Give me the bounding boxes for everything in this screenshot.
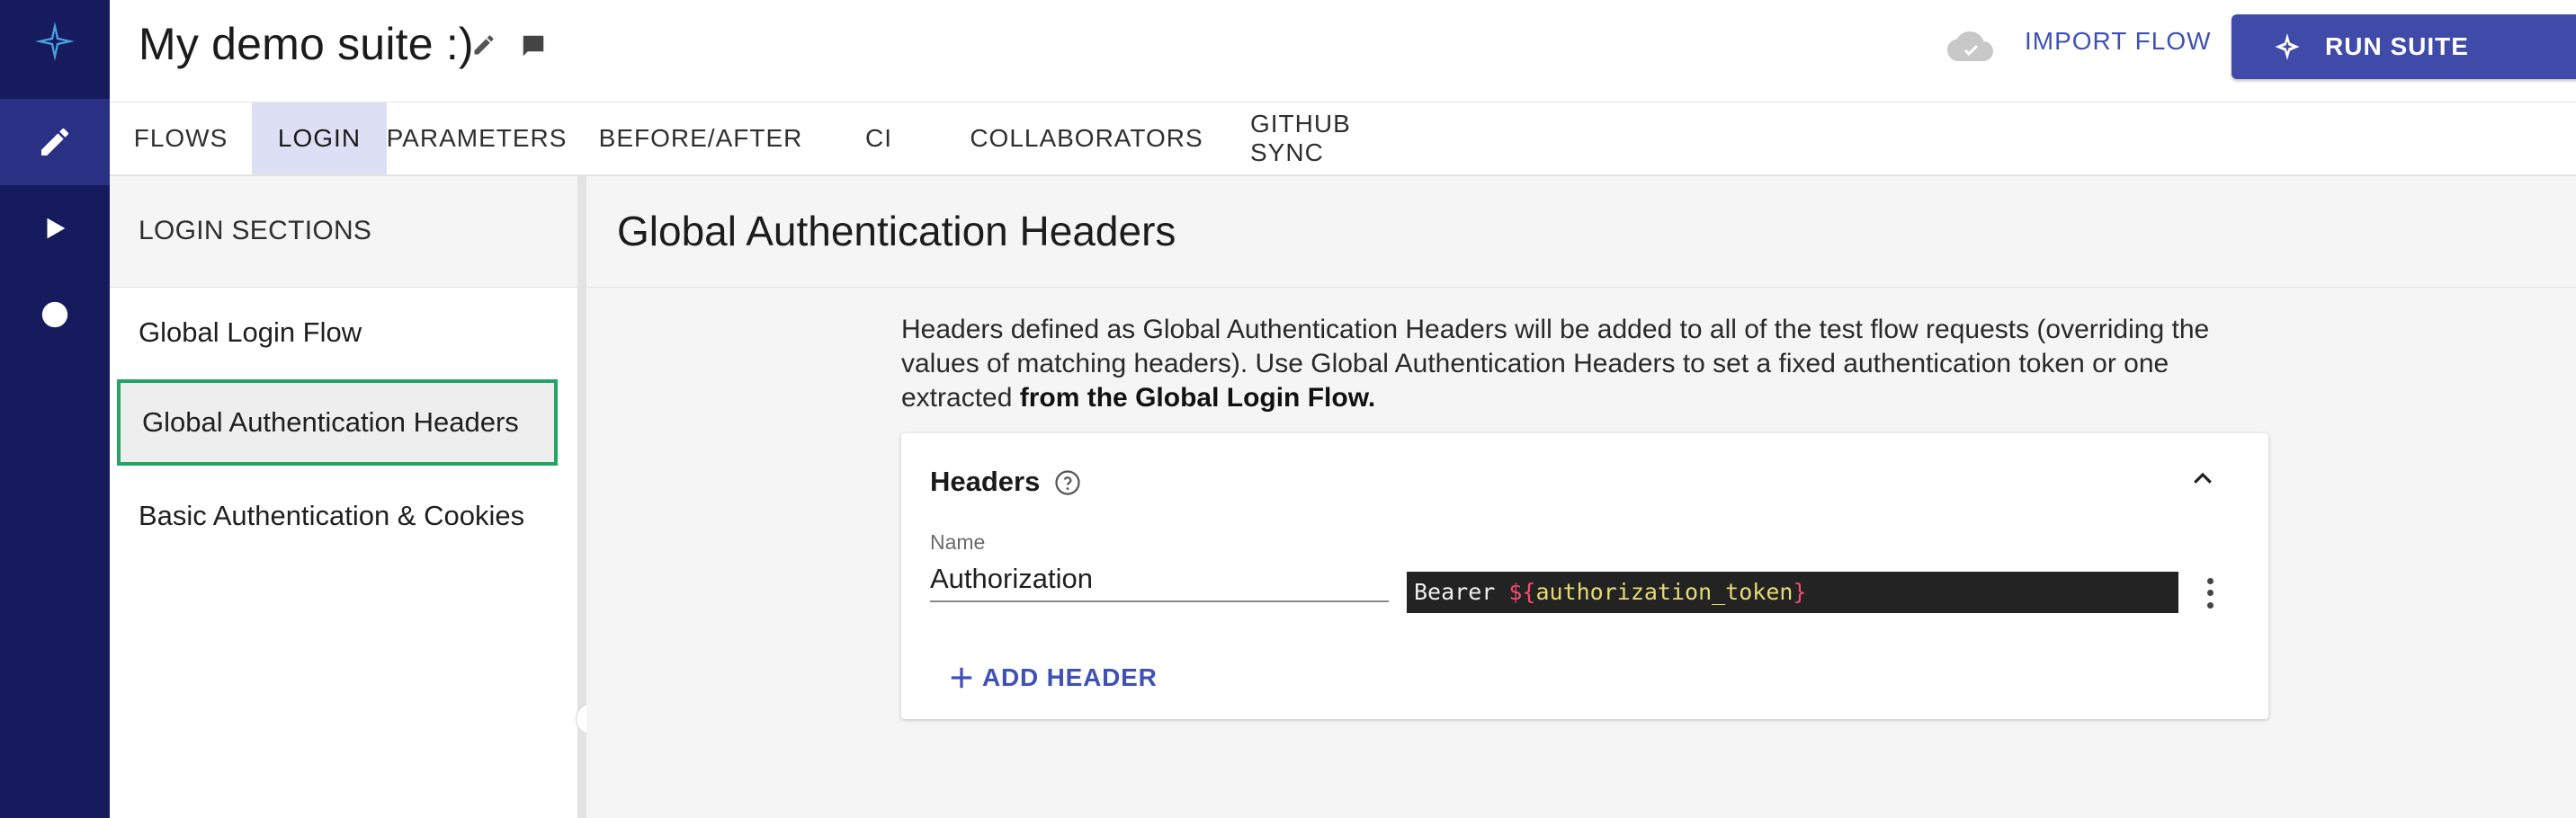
value-close: } bbox=[1793, 579, 1807, 605]
app-header: My demo suite :) IMPORT FLOW RUN SUITE bbox=[110, 0, 2576, 102]
description-text: Headers defined as Global Authentication… bbox=[901, 313, 2268, 415]
name-field-label: Name bbox=[930, 530, 986, 554]
value-variable: authorization_token bbox=[1535, 579, 1793, 605]
more-vert-icon[interactable] bbox=[2196, 575, 2223, 611]
main-content: Global Authentication Headers Headers de… bbox=[586, 176, 2576, 818]
run-nav-button[interactable] bbox=[0, 185, 110, 271]
section-global-authentication-headers[interactable]: Global Authentication Headers bbox=[117, 379, 558, 466]
run-suite-button[interactable]: RUN SUITE bbox=[2232, 14, 2576, 79]
tab-login[interactable]: LOGIN bbox=[252, 102, 387, 174]
edit-icon bbox=[41, 128, 69, 156]
header-name-input[interactable]: Authorization bbox=[930, 559, 1389, 602]
run-suite-label: RUN SUITE bbox=[2325, 32, 2469, 60]
play-icon bbox=[47, 218, 66, 239]
header-value-editor[interactable]: Bearer ${authorization_token} bbox=[1407, 572, 2178, 613]
sections-header: LOGIN SECTIONS bbox=[110, 176, 577, 288]
chevron-up-icon[interactable] bbox=[2189, 466, 2216, 497]
suite-title: My demo suite :) bbox=[139, 19, 474, 69]
circle-icon bbox=[41, 301, 68, 328]
value-dollar-open: ${ bbox=[1508, 579, 1536, 605]
pencil-icon[interactable] bbox=[471, 32, 496, 62]
tab-github-sync[interactable]: GITHUB SYNC bbox=[1250, 102, 1430, 174]
login-sections-panel: LOGIN SECTIONS Global Login Flow Global … bbox=[110, 176, 577, 818]
value-prefix: Bearer bbox=[1414, 579, 1509, 605]
add-header-button[interactable]: ADD HEADER bbox=[948, 663, 1158, 692]
section-basic-authentication-cookies[interactable]: Basic Authentication & Cookies bbox=[110, 473, 577, 559]
sections-title: LOGIN SECTIONS bbox=[139, 216, 372, 245]
tab-ci[interactable]: CI bbox=[847, 102, 910, 174]
add-header-label: ADD HEADER bbox=[982, 663, 1158, 691]
tab-before-after[interactable]: BEFORE/AFTER bbox=[599, 102, 802, 174]
cloud-icon bbox=[1947, 29, 1994, 69]
main-header: Global Authentication Headers bbox=[586, 176, 2576, 288]
tab-flows[interactable]: FLOWS bbox=[110, 102, 252, 174]
description-bold: from the Global Login Flow. bbox=[1019, 383, 1376, 413]
run-icon bbox=[2275, 33, 2300, 60]
page-title: Global Authentication Headers bbox=[617, 208, 1176, 254]
plus-icon bbox=[951, 667, 972, 689]
status-nav-button[interactable] bbox=[0, 271, 110, 358]
import-flow-button[interactable]: IMPORT FLOW bbox=[2025, 27, 2212, 56]
comment-icon[interactable] bbox=[520, 32, 547, 64]
section-global-login-flow[interactable]: Global Login Flow bbox=[110, 289, 577, 376]
headers-card: Headers Name Authorization Bearer ${auth… bbox=[901, 433, 2268, 719]
edit-nav-button[interactable] bbox=[0, 99, 110, 185]
nav-rail bbox=[0, 0, 110, 818]
suite-tabs: FLOWS LOGIN PARAMETERS BEFORE/AFTER CI C… bbox=[110, 102, 2576, 176]
tab-collaborators[interactable]: COLLABORATORS bbox=[970, 102, 1202, 174]
help-icon[interactable] bbox=[1054, 469, 1081, 501]
headers-card-title: Headers bbox=[930, 466, 1041, 497]
run-suite-button-group: RUN SUITE bbox=[2232, 14, 2576, 79]
logo-icon[interactable] bbox=[0, 0, 110, 83]
tab-parameters[interactable]: PARAMETERS bbox=[387, 102, 567, 174]
